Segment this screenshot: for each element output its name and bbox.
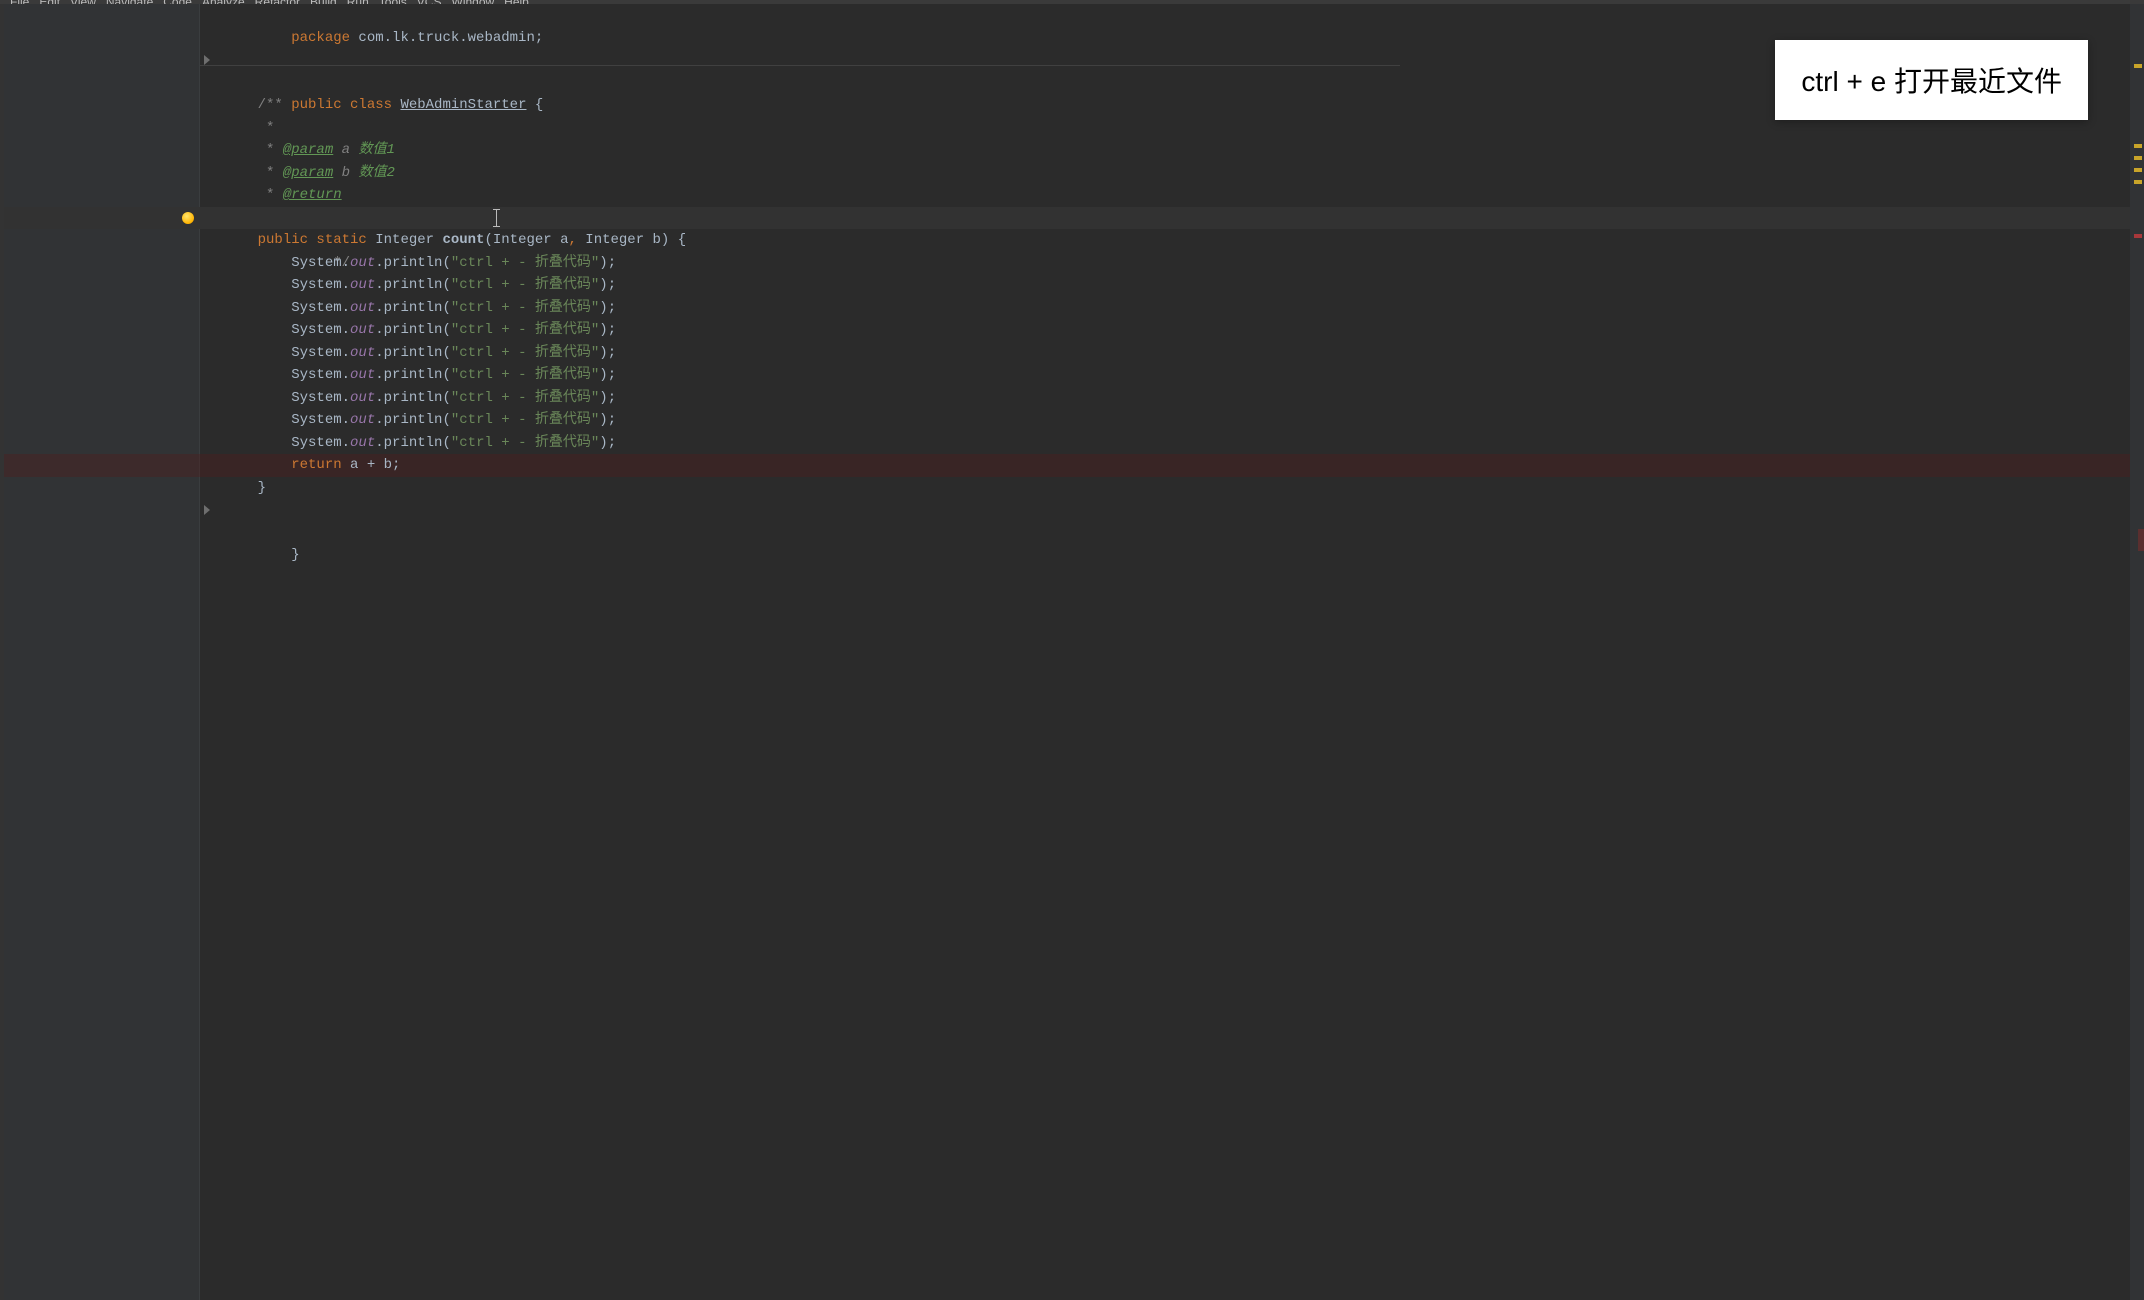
warning-marker[interactable] (2134, 144, 2142, 148)
error-stripe-icon[interactable] (2138, 529, 2144, 551)
code-line: System.out.println("ctrl + - 折叠代码"); (4, 432, 2144, 455)
intention-bulb-icon[interactable] (180, 210, 196, 226)
editor[interactable]: package com.lk.truck.webadmin; public cl… (4, 4, 2144, 1300)
code-line: System.out.println("ctrl + - 折叠代码"); (4, 342, 2144, 365)
error-stripe-scrollbar[interactable] (2130, 4, 2144, 1300)
code-line: * @param a 数值1 (4, 139, 2144, 162)
code-line: public static Integer count(Integer a, I… (4, 229, 2144, 252)
warning-marker[interactable] (2134, 168, 2142, 172)
code-line: System.out.println("ctrl + - 折叠代码"); (4, 297, 2144, 320)
warning-marker[interactable] (2134, 156, 2142, 160)
fold-arrow-icon[interactable] (204, 505, 210, 515)
shortcut-tip-overlay: ctrl + e 打开最近文件 (1775, 40, 2088, 120)
error-marker[interactable] (2134, 234, 2142, 238)
shortcut-tip-text: ctrl + e 打开最近文件 (1801, 66, 2062, 97)
code-line: package com.lk.truck.webadmin; (4, 4, 2144, 27)
code-line: } (4, 499, 2144, 522)
code-line: System.out.println("ctrl + - 折叠代码"); (4, 387, 2144, 410)
code-line: * @return (4, 184, 2144, 207)
code-line: * @param b 数值2 (4, 162, 2144, 185)
code-line: System.out.println("ctrl + - 折叠代码"); (4, 364, 2144, 387)
current-code-line: */ (4, 207, 2144, 230)
warning-marker[interactable] (2134, 180, 2142, 184)
code-line: System.out.println("ctrl + - 折叠代码"); (4, 252, 2144, 275)
code-line: System.out.println("ctrl + - 折叠代码"); (4, 274, 2144, 297)
code-line: System.out.println("ctrl + - 折叠代码"); (4, 409, 2144, 432)
code-line: System.out.println("ctrl + - 折叠代码"); (4, 319, 2144, 342)
text-caret-icon (496, 209, 497, 227)
code-line: } (4, 477, 2144, 500)
warning-marker[interactable] (2134, 64, 2142, 68)
fold-arrow-icon[interactable] (204, 55, 210, 65)
code-line-error: return a + b; (4, 454, 2144, 477)
